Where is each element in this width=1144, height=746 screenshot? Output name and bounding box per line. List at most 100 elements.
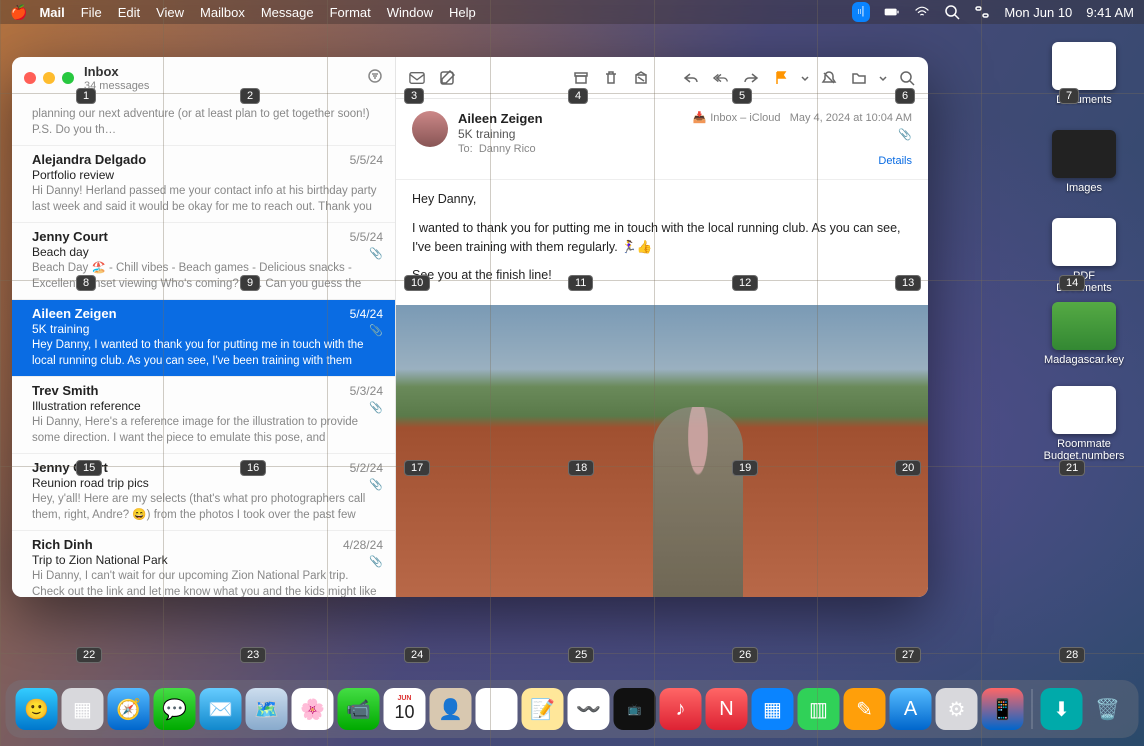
search-icon[interactable] [896, 67, 918, 89]
flag-dropdown-icon[interactable] [800, 67, 810, 89]
message-subject: Reunion road trip pics [32, 476, 383, 490]
message-preview: planning our next adventure (or at least… [32, 107, 383, 137]
dock-appstore[interactable]: A [890, 688, 932, 730]
dock-contacts[interactable]: 👤 [430, 688, 472, 730]
forward-icon[interactable] [740, 67, 762, 89]
spotlight-icon[interactable] [944, 4, 960, 20]
siri-icon[interactable]: ၊၊| [852, 2, 870, 22]
control-center-icon[interactable] [974, 4, 990, 20]
body-paragraph: I wanted to thank you for putting me in … [412, 219, 912, 257]
battery-icon[interactable] [884, 4, 900, 20]
new-message-icon[interactable] [436, 67, 458, 89]
message-item[interactable]: Aileen Zeigen5/4/245K trainingHey Danny,… [12, 300, 395, 377]
desktop-item-madagascar-key[interactable]: Madagascar.key [1044, 302, 1124, 366]
dock-mail[interactable]: ✉️ [200, 688, 242, 730]
message-preview: Hi Danny! Herland passed me your contact… [32, 184, 383, 214]
message-body: Hey Danny,I wanted to thank you for putt… [396, 180, 928, 305]
menu-help[interactable]: Help [449, 5, 476, 20]
sender-avatar[interactable] [412, 111, 448, 147]
message-date: 5/2/24 [350, 461, 383, 475]
dock-photos[interactable]: 🌸 [292, 688, 334, 730]
move-icon[interactable] [848, 67, 870, 89]
attachment-icon: 📎 [369, 401, 383, 414]
dock-trash[interactable]: 🗑️ [1087, 688, 1129, 730]
reply-icon[interactable] [680, 67, 702, 89]
message-item[interactable]: Alejandra Delgado5/5/24Portfolio reviewH… [12, 146, 395, 223]
zoom-window-button[interactable] [62, 72, 74, 84]
desktop-item-pdf-documents[interactable]: PDF Documents [1044, 218, 1124, 294]
message-item[interactable]: Rich Dinh4/28/24Trip to Zion National Pa… [12, 531, 395, 597]
message-date: 5/4/24 [350, 307, 383, 321]
dock: 🙂▦🧭💬✉️🗺️🌸📹JUN10👤☰📝〰️📺♪N▦▥✎A⚙📱⬇🗑️ [6, 680, 1139, 738]
attachment-icon[interactable]: 📎 [692, 128, 912, 141]
message-item[interactable]: planning our next adventure (or at least… [12, 99, 395, 146]
message-list-pane: Inbox 34 messages planning our next adve… [12, 57, 396, 597]
dock-safari[interactable]: 🧭 [108, 688, 150, 730]
apple-menu-icon[interactable]: 🍎 [10, 4, 27, 21]
message-date: May 4, 2024 at 10:04 AM [790, 112, 912, 124]
message-list[interactable]: planning our next adventure (or at least… [12, 99, 395, 597]
menubar-time[interactable]: 9:41 AM [1086, 5, 1134, 20]
menu-message[interactable]: Message [261, 5, 314, 20]
file-label: Documents [1056, 94, 1112, 106]
dock-notes[interactable]: 📝 [522, 688, 564, 730]
dock-settings[interactable]: ⚙ [936, 688, 978, 730]
archive-icon[interactable] [570, 67, 592, 89]
move-dropdown-icon[interactable] [878, 67, 888, 89]
dock-launchpad[interactable]: ▦ [62, 688, 104, 730]
dock-keynote[interactable]: ▦ [752, 688, 794, 730]
attachment-icon: 📎 [369, 478, 383, 491]
desktop-item-images[interactable]: Images [1044, 130, 1124, 194]
trash-icon[interactable] [600, 67, 622, 89]
details-link[interactable]: Details [692, 155, 912, 167]
menu-view[interactable]: View [156, 5, 184, 20]
menu-file[interactable]: File [81, 5, 102, 20]
mute-icon[interactable] [818, 67, 840, 89]
compose-icon[interactable] [406, 67, 428, 89]
menu-window[interactable]: Window [387, 5, 433, 20]
close-window-button[interactable] [24, 72, 36, 84]
menu-format[interactable]: Format [330, 5, 371, 20]
file-thumb [1052, 302, 1116, 350]
dock-finder[interactable]: 🙂 [16, 688, 58, 730]
dock-pages[interactable]: ✎ [844, 688, 886, 730]
dock-reminders[interactable]: ☰ [476, 688, 518, 730]
message-item[interactable]: Trev Smith5/3/24Illustration referenceHi… [12, 377, 395, 454]
dock-music[interactable]: ♪ [660, 688, 702, 730]
desktop-item-roommate-budget-numbers[interactable]: Roommate Budget.numbers [1044, 386, 1124, 462]
flag-icon[interactable] [770, 67, 792, 89]
file-label: Madagascar.key [1044, 354, 1124, 366]
sender-name: Alejandra Delgado [32, 152, 146, 167]
wifi-icon[interactable] [914, 4, 930, 20]
desktop-item-documents[interactable]: Documents [1044, 42, 1124, 106]
menu-edit[interactable]: Edit [118, 5, 140, 20]
file-thumb [1052, 218, 1116, 266]
minimize-window-button[interactable] [43, 72, 55, 84]
message-date: 4/28/24 [343, 538, 383, 552]
dock-freeform[interactable]: 〰️ [568, 688, 610, 730]
message-item[interactable]: Jenny Court5/2/24Reunion road trip picsH… [12, 454, 395, 531]
menubar-date[interactable]: Mon Jun 10 [1004, 5, 1072, 20]
dock-iphone-mirror[interactable]: 📱 [982, 688, 1024, 730]
message-date: 5/5/24 [350, 230, 383, 244]
attachment-image[interactable] [396, 305, 928, 597]
mailbox-indicator[interactable]: 📥 Inbox – iCloud [692, 111, 780, 124]
file-label: Images [1066, 182, 1102, 194]
dock-downloads[interactable]: ⬇ [1041, 688, 1083, 730]
file-thumb [1052, 386, 1116, 434]
dock-tv[interactable]: 📺 [614, 688, 656, 730]
menu-app-name[interactable]: Mail [39, 5, 64, 20]
attachment-icon: 📎 [369, 555, 383, 568]
junk-icon[interactable] [630, 67, 652, 89]
dock-facetime[interactable]: 📹 [338, 688, 380, 730]
filter-icon[interactable] [367, 68, 383, 89]
dock-news[interactable]: N [706, 688, 748, 730]
message-item[interactable]: Jenny Court5/5/24Beach dayBeach Day 🏖️ -… [12, 223, 395, 300]
sender-name: Rich Dinh [32, 537, 93, 552]
reply-all-icon[interactable] [710, 67, 732, 89]
dock-numbers[interactable]: ▥ [798, 688, 840, 730]
dock-messages[interactable]: 💬 [154, 688, 196, 730]
dock-calendar[interactable]: JUN10 [384, 688, 426, 730]
dock-maps[interactable]: 🗺️ [246, 688, 288, 730]
menu-mailbox[interactable]: Mailbox [200, 5, 245, 20]
